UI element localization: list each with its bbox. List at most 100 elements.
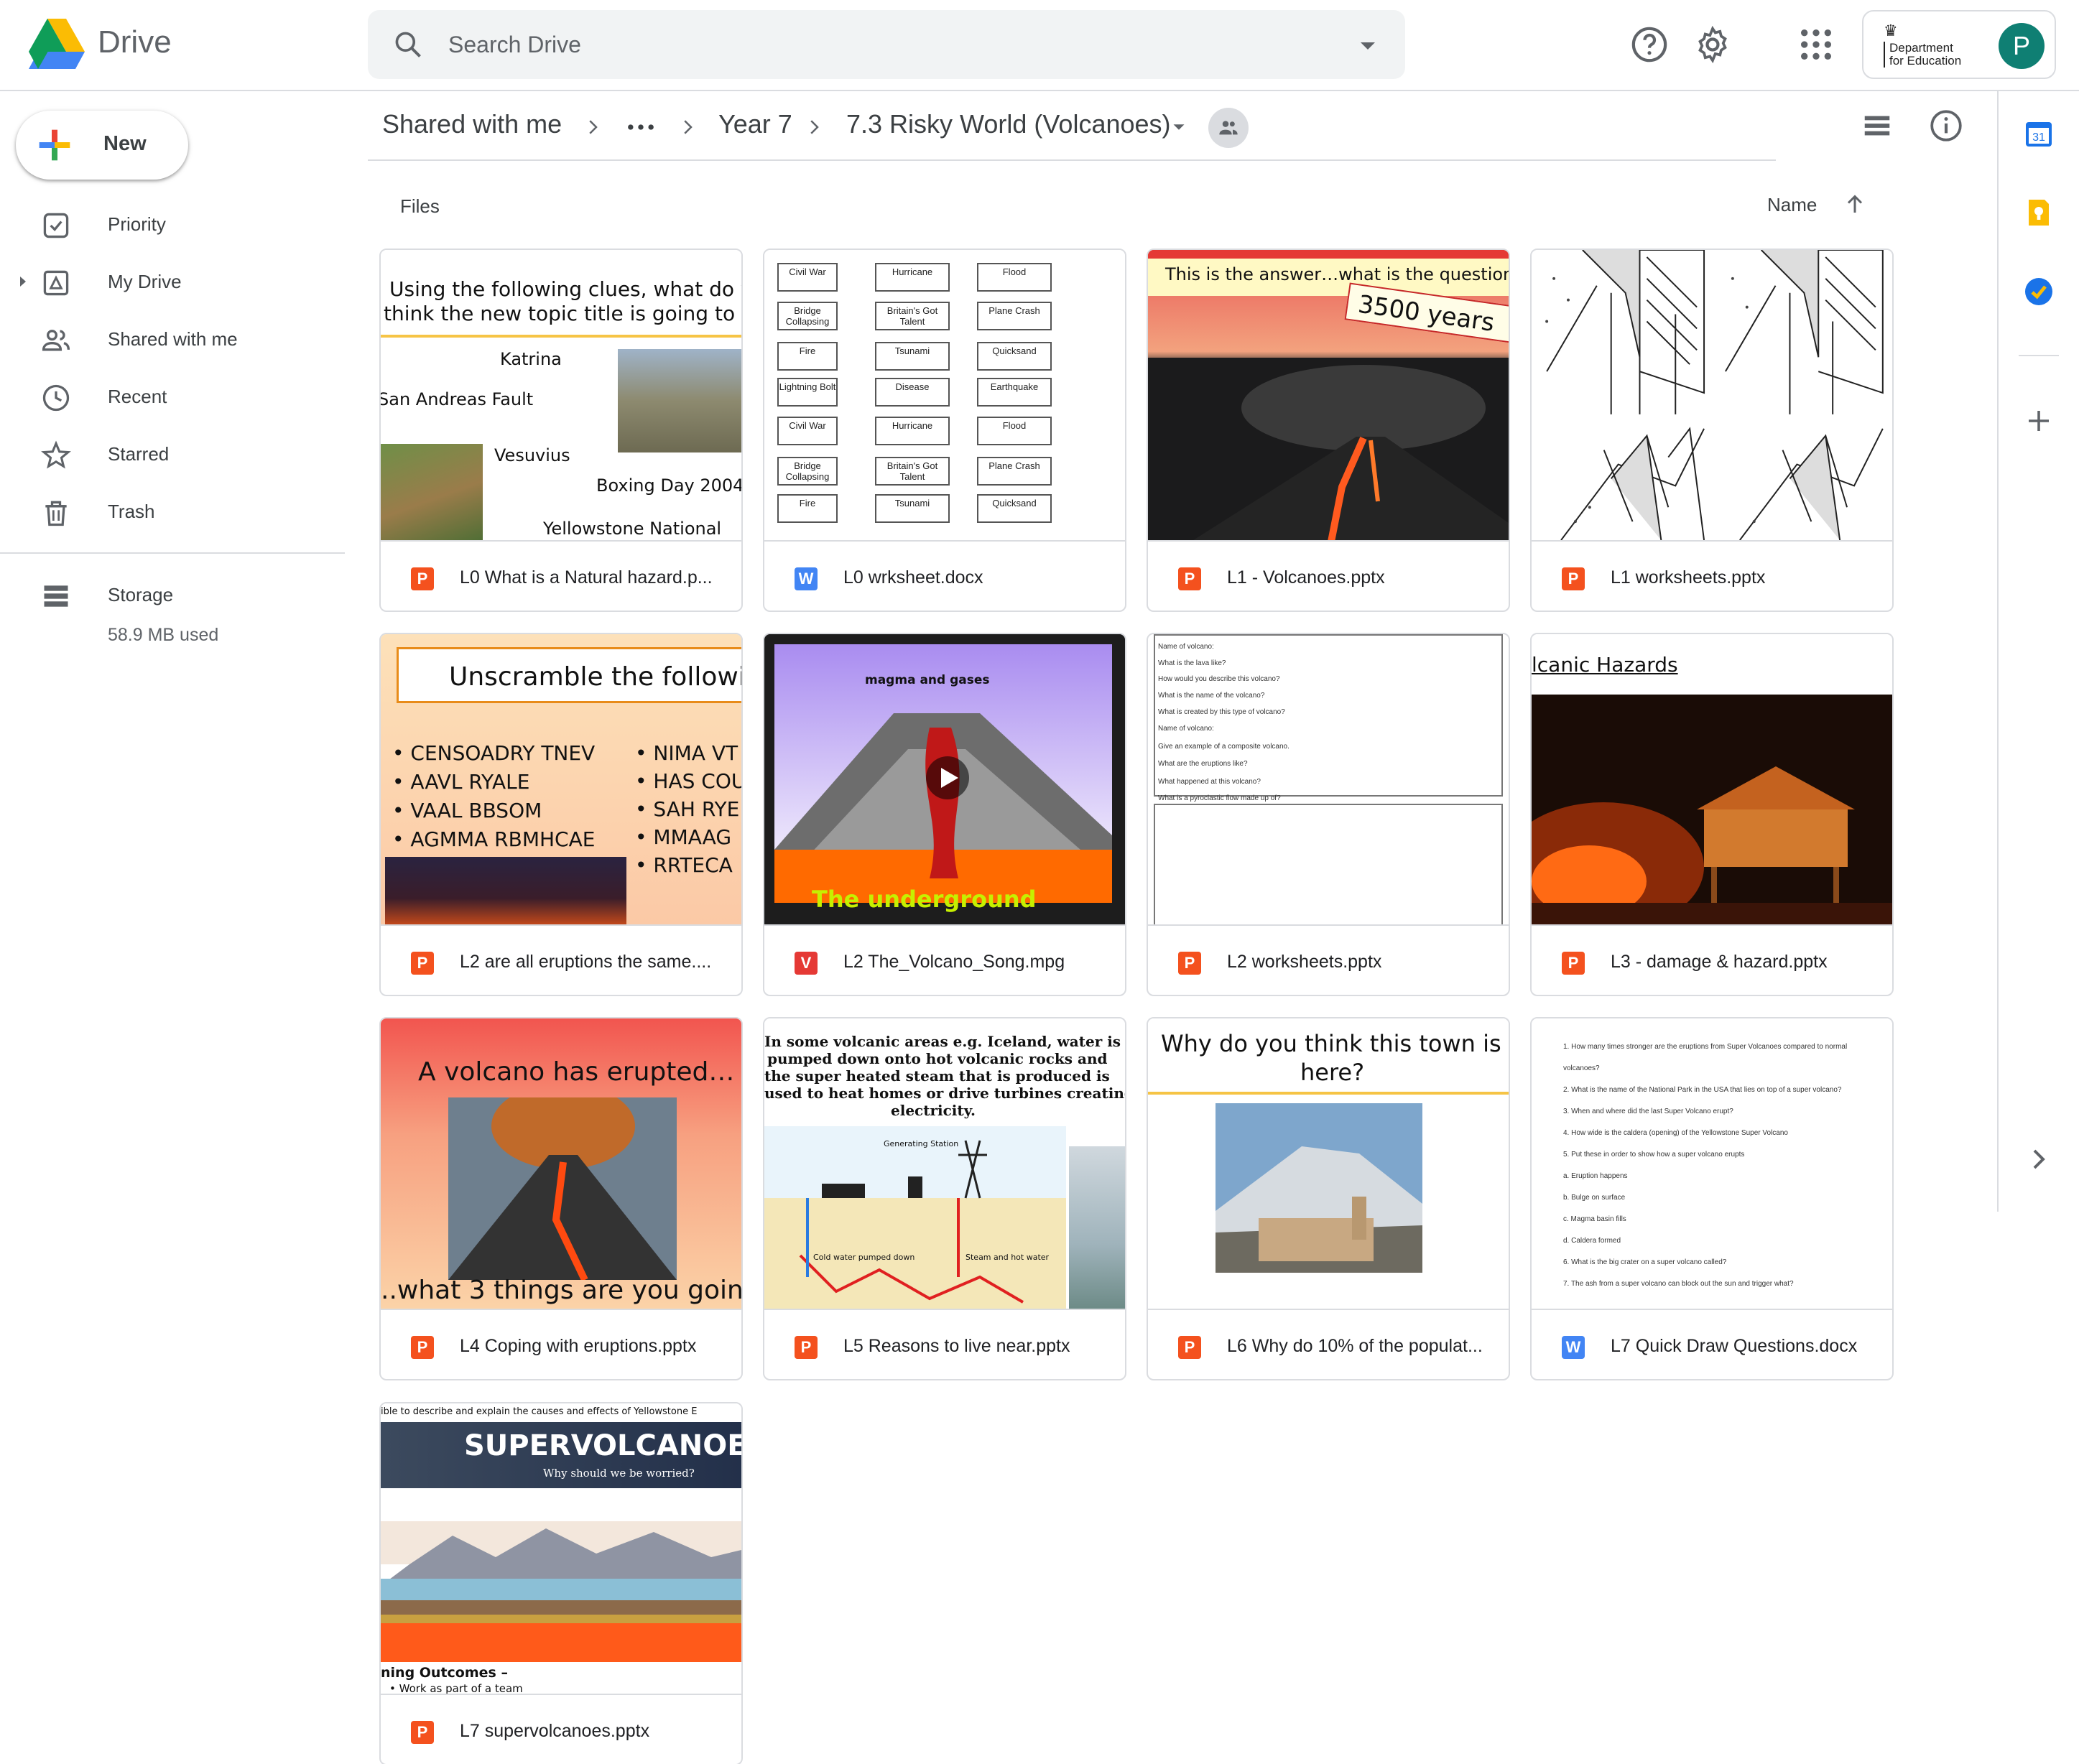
file-card[interactable]: ible to describe and explain the causes … — [379, 1402, 743, 1764]
powerpoint-icon: P — [795, 1336, 818, 1359]
chevron-right-icon — [589, 120, 598, 134]
file-card[interactable]: 1. How many times stronger are the erupt… — [1530, 1017, 1894, 1380]
calendar-icon[interactable]: 31 — [2022, 116, 2056, 151]
sidebar-item-shared-with-me[interactable]: Shared with me — [0, 310, 345, 368]
file-card[interactable]: P L1 worksheets.pptx — [1530, 249, 1894, 612]
info-icon[interactable] — [1928, 108, 1964, 144]
sidebar-item-label: Recent — [108, 386, 167, 407]
file-thumbnail: Using the following clues, what do you t… — [381, 250, 741, 542]
sidebar-item-label: Shared with me — [108, 328, 238, 350]
search-bar[interactable] — [368, 10, 1405, 79]
lava-house-photo — [1532, 695, 1892, 924]
file-card[interactable]: magma and gases The underground V L2 The… — [763, 633, 1126, 996]
new-button[interactable]: New — [16, 111, 188, 180]
top-bar: Drive ♛ Department for Education P — [0, 0, 2079, 91]
geyser-photo — [1069, 1146, 1125, 1309]
search-input[interactable] — [448, 26, 1310, 63]
file-thumbnail: magma and gases The underground — [764, 634, 1125, 926]
file-card[interactable]: Using the following clues, what do you t… — [379, 249, 743, 612]
question-line: 4. How wide is the caldera (opening) of … — [1563, 1129, 1788, 1137]
powerpoint-icon: P — [1178, 1336, 1201, 1359]
plus-icon — [39, 129, 70, 161]
add-addon-plus-icon[interactable] — [2022, 404, 2056, 438]
plate-boundary-diagrams — [1532, 250, 1892, 542]
question-line: 3. When and where did the last Super Vol… — [1563, 1108, 1733, 1115]
worksheet-cell: Hurricane — [875, 263, 950, 292]
sidebar-item-my-drive[interactable]: My Drive — [0, 253, 345, 310]
word-doc-icon: W — [795, 567, 818, 590]
sidebar-item-label: Starred — [108, 443, 170, 465]
help-icon[interactable] — [1629, 24, 1670, 65]
folder-menu-dropdown-icon[interactable] — [1168, 115, 1190, 139]
file-card[interactable]: In some volcanic areas e.g. Iceland, wat… — [763, 1017, 1126, 1380]
app-title: Drive — [98, 24, 172, 60]
file-card[interactable]: Name of volcano: What is the lava like? Ho… — [1147, 633, 1510, 996]
tasks-icon[interactable] — [2022, 274, 2056, 309]
breadcrumb-shared-with-me[interactable]: Shared with me — [382, 109, 562, 139]
file-name: L2 worksheets.pptx — [1227, 952, 1382, 972]
priority-icon — [43, 213, 69, 238]
worksheet-cell: Plane Crash — [977, 302, 1052, 330]
worksheet-cell: Flood — [977, 417, 1052, 445]
worksheet-line: What are the eruptions like? — [1158, 760, 1248, 769]
powerpoint-icon: P — [411, 952, 434, 975]
volcano-eruption-photo — [1148, 358, 1509, 540]
storage-icon — [44, 585, 68, 607]
list-view-icon[interactable] — [1861, 109, 1894, 142]
file-card[interactable]: Unscramble the following • CENSOADRY TNE… — [379, 633, 743, 996]
sidebar-item-recent[interactable]: Recent — [0, 368, 345, 425]
sort-by-name[interactable]: Name — [1767, 194, 1817, 216]
worksheet-cell: Flood — [977, 263, 1052, 292]
file-card[interactable]: Civil War Hurricane Flood Bridge Collapsing… — [763, 249, 1126, 612]
sidebar-item-priority[interactable]: Priority — [0, 195, 345, 253]
clock-icon — [42, 384, 70, 412]
side-panel-separator — [2019, 355, 2059, 356]
side-panel-divider — [1997, 91, 1999, 1212]
file-name: L0 What is a Natural hazard.p... — [460, 567, 713, 588]
search-icon[interactable] — [392, 29, 424, 60]
file-card[interactable]: This is the answer…what is the question?… — [1147, 249, 1510, 612]
file-name: L2 are all eruptions the same.... — [460, 952, 712, 972]
sidebar-item-starred[interactable]: Starred — [0, 425, 345, 483]
expand-caret-icon[interactable] — [14, 273, 32, 290]
worksheet-cell: Earthquake — [977, 378, 1052, 407]
more-horizontal-icon[interactable] — [625, 115, 657, 139]
sidebar-item-label: Storage — [108, 584, 174, 605]
file-card[interactable]: lcanic Hazards P L3 - damage & hazard.pp… — [1530, 633, 1894, 996]
chevron-right-icon — [684, 120, 693, 134]
sidebar-item-storage[interactable]: Storage — [0, 566, 345, 623]
breadcrumb-year-7[interactable]: Year 7 — [718, 109, 792, 139]
worksheet-cell: Tsunami — [875, 494, 950, 523]
sidebar-item-trash[interactable]: Trash — [0, 483, 345, 540]
file-name: L5 Reasons to live near.pptx — [843, 1336, 1070, 1356]
worksheet-cell: Fire — [777, 494, 838, 523]
search-options-icon[interactable] — [1353, 32, 1382, 60]
question-line: b. Bulge on surface — [1563, 1194, 1626, 1202]
settings-gear-icon[interactable] — [1693, 24, 1733, 65]
worksheet-cell: Civil War — [777, 417, 838, 445]
powerpoint-icon: P — [411, 1336, 434, 1359]
avatar[interactable]: P — [1999, 23, 2045, 69]
erupting-volcano-photo — [448, 1097, 677, 1280]
question-line: d. Caldera formed — [1563, 1237, 1621, 1245]
keep-icon[interactable] — [2022, 195, 2056, 230]
video-file-icon: V — [795, 952, 818, 975]
question-line: c. Magma basin fills — [1563, 1215, 1626, 1223]
my-drive-icon — [43, 270, 69, 296]
apps-grid-icon[interactable] — [1796, 24, 1836, 65]
file-card[interactable]: A volcano has erupted… ..what 3 things a… — [379, 1017, 743, 1380]
expand-panel-chevron-icon[interactable] — [2022, 1142, 2056, 1176]
worksheet-line: Give an example of a composite volcano. — [1158, 742, 1289, 751]
crest-icon: ♛ — [1884, 22, 1898, 40]
account-switcher[interactable]: ♛ Department for Education P — [1862, 10, 2056, 79]
worksheet-cell: Quicksand — [977, 342, 1052, 371]
file-card[interactable]: Why do you think this town is here? P L6… — [1147, 1017, 1510, 1380]
breadcrumb-current-folder[interactable]: 7.3 Risky World (Volcanoes) — [846, 109, 1171, 139]
powerpoint-icon: P — [1562, 952, 1585, 975]
worksheet-cell: Bridge Collapsing — [777, 302, 838, 330]
file-name: L0 wrksheet.docx — [843, 567, 983, 588]
drive-logo[interactable] — [29, 19, 85, 69]
sidebar-item-label: Trash — [108, 501, 155, 522]
file-name: L1 - Volcanoes.pptx — [1227, 567, 1385, 588]
sort-arrow-up-icon[interactable] — [1842, 191, 1868, 217]
